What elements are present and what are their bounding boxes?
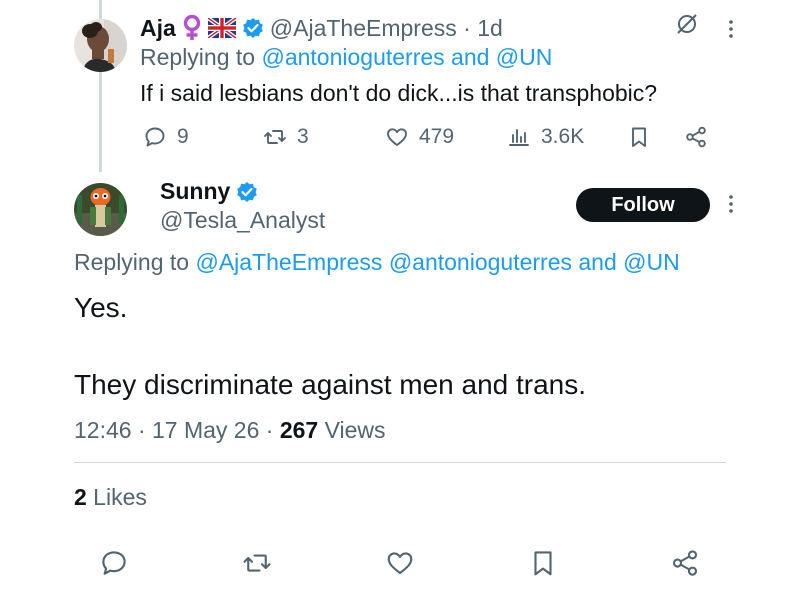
avatar[interactable] — [74, 19, 127, 72]
tweet-text: If i said lesbians don't do dick...is th… — [140, 80, 658, 106]
bookmark-icon — [632, 127, 646, 147]
views-count: 267 — [279, 417, 319, 443]
bookmark-icon — [534, 551, 552, 576]
tweet-text-line-2: They discriminate against men and trans. — [74, 369, 587, 400]
tweet-text-line-1: Yes. — [74, 292, 128, 323]
reply-count: 9 — [177, 125, 189, 148]
repost-button[interactable]: 3 — [263, 120, 309, 154]
verified-badge-icon — [242, 17, 264, 39]
display-name[interactable]: Aja — [140, 15, 176, 42]
reply-icon — [145, 127, 165, 147]
share-icon — [686, 126, 706, 148]
views-label: Views — [318, 417, 386, 443]
heart-icon — [387, 128, 407, 146]
parent-action-bar: 9 3 479 3.6K — [0, 120, 800, 154]
handle[interactable]: @Tesla_Analyst — [160, 207, 325, 234]
avatar[interactable] — [74, 183, 127, 236]
views-count: 3.6K — [541, 125, 585, 148]
main-display-name-row: Sunny — [160, 178, 258, 205]
main-action-bar — [0, 548, 800, 580]
like-button[interactable]: 479 — [385, 120, 454, 154]
repost-count: 3 — [297, 125, 309, 148]
grok-icon[interactable] — [676, 13, 698, 40]
avatar-aja-icon — [74, 19, 127, 72]
repost-icon — [264, 130, 286, 144]
follow-button[interactable]: Follow — [576, 188, 710, 222]
replying-to-targets[interactable]: @antonioguterres and @UN — [261, 44, 552, 70]
tweet-metadata: 12:46 · 17 May 26 · 267 Views — [74, 417, 386, 444]
divider — [74, 462, 726, 463]
likes-label: Likes — [86, 484, 147, 510]
replying-to: Replying to @antonioguterres and @UN — [140, 44, 552, 71]
views-button[interactable]: 3.6K — [507, 120, 584, 154]
likes-summary[interactable]: 2 Likes — [74, 484, 147, 511]
repost-icon — [243, 554, 271, 572]
replying-to: Replying to @AjaTheEmpress @antonioguter… — [74, 249, 680, 276]
more-options-icon[interactable] — [722, 192, 740, 221]
share-button[interactable] — [670, 548, 700, 578]
bookmark-button[interactable] — [528, 548, 558, 578]
likes-count: 2 — [74, 484, 87, 510]
repost-button[interactable] — [242, 548, 272, 578]
reply-icon — [102, 551, 126, 575]
heart-icon — [387, 552, 413, 575]
female-sign-icon — [182, 15, 202, 41]
parent-tweet-header: Aja @AjaTheEmpress · 1d — [140, 12, 503, 44]
reply-button[interactable] — [99, 548, 129, 578]
reply-button[interactable]: 9 — [143, 120, 189, 154]
handle-and-time[interactable]: @AjaTheEmpress · 1d — [270, 15, 503, 42]
display-name[interactable]: Sunny — [160, 178, 230, 205]
uk-flag-icon — [207, 18, 236, 38]
avatar-sunny-icon — [74, 183, 127, 236]
more-options-icon[interactable] — [722, 17, 740, 46]
replying-to-prefix: Replying to — [140, 44, 262, 70]
verified-badge-icon — [236, 181, 258, 203]
timestamp[interactable]: 12:46 · 17 May 26 · — [74, 417, 280, 443]
views-chart-icon — [509, 129, 529, 146]
replying-to-targets[interactable]: @AjaTheEmpress @antonioguterres and @UN — [195, 249, 679, 275]
share-icon — [672, 550, 698, 576]
like-count: 479 — [419, 125, 455, 148]
bookmark-button[interactable] — [627, 120, 651, 154]
replying-to-prefix: Replying to — [74, 249, 196, 275]
share-button[interactable] — [684, 120, 708, 154]
like-button[interactable] — [385, 548, 415, 578]
